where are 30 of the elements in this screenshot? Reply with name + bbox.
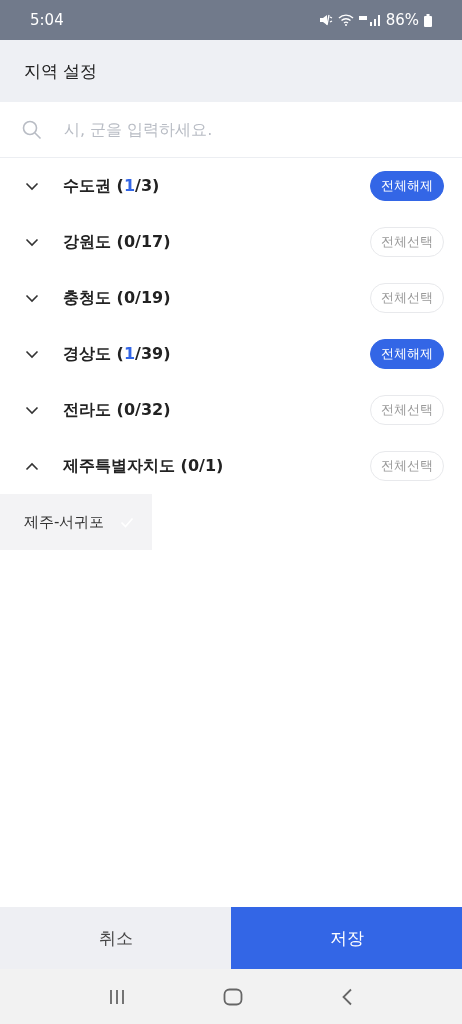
district-chip[interactable]: 제주-서귀포	[0, 494, 152, 550]
region-name[interactable]: 강원도 (0/17)	[63, 231, 370, 253]
chevron-down-icon[interactable]	[25, 181, 39, 191]
mute-icon	[318, 14, 333, 26]
wifi-icon	[337, 14, 354, 26]
save-button[interactable]: 저장	[231, 907, 462, 969]
chevron-down-icon[interactable]	[25, 349, 39, 359]
battery-percent: 86%	[385, 11, 419, 29]
recent-apps-icon[interactable]	[109, 988, 125, 1005]
page-title: 지역 설정	[24, 59, 98, 83]
status-time: 5:04	[30, 11, 64, 29]
deselect-all-button[interactable]: 전체해제	[370, 339, 444, 369]
cancel-button[interactable]: 취소	[0, 907, 231, 969]
region-name[interactable]: 전라도 (0/32)	[63, 399, 370, 421]
signal-icon	[358, 14, 381, 26]
region-name[interactable]: 제주특별자치도 (0/1)	[63, 455, 370, 477]
home-icon[interactable]	[223, 987, 243, 1006]
chevron-down-icon[interactable]	[25, 405, 39, 415]
deselect-all-button[interactable]: 전체해제	[370, 171, 444, 201]
search-icon	[22, 119, 42, 140]
region-name[interactable]: 수도권 (1/3)	[63, 175, 370, 197]
region-name[interactable]: 경상도 (1/39)	[63, 343, 370, 365]
chevron-up-icon[interactable]	[25, 461, 39, 471]
battery-icon	[424, 13, 432, 27]
district-name: 제주-서귀포	[24, 512, 105, 532]
back-icon[interactable]	[341, 987, 353, 1006]
chevron-down-icon[interactable]	[25, 293, 39, 303]
region-name[interactable]: 충청도 (0/19)	[63, 287, 370, 309]
search-field[interactable]: 시, 군을 입력하세요.	[62, 119, 462, 140]
chevron-down-icon[interactable]	[25, 237, 39, 247]
